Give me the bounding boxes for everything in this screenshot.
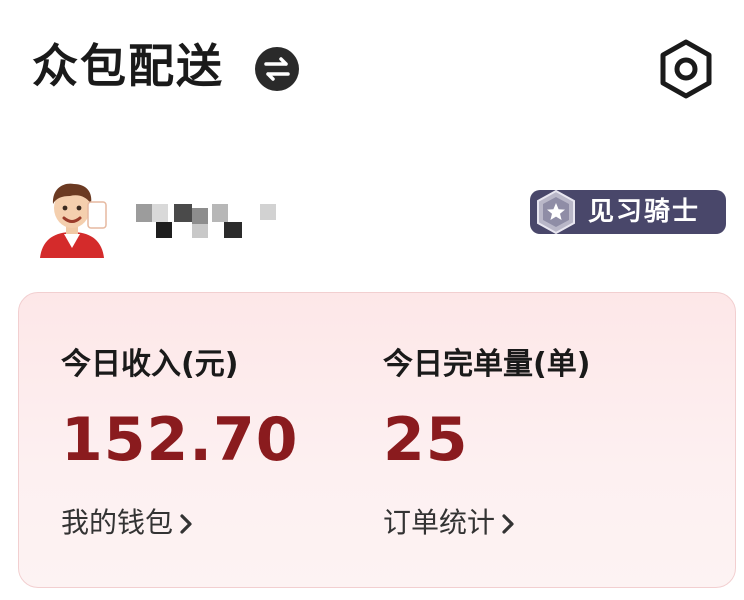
wallet-link[interactable]: 我的钱包 xyxy=(61,501,193,541)
income-label: 今日收入(元) xyxy=(61,347,239,382)
order-stats-link-label: 订单统计 xyxy=(383,506,496,539)
app-header: 众包配送 xyxy=(0,0,744,140)
orders-label: 今日完单量(单) xyxy=(383,347,591,382)
swap-arrows-icon[interactable] xyxy=(254,46,300,92)
orders-value: 25 xyxy=(383,405,469,475)
chevron-right-icon xyxy=(502,514,514,534)
settings-icon[interactable] xyxy=(656,38,716,100)
income-value: 152.70 xyxy=(61,405,299,475)
avatar[interactable] xyxy=(36,178,108,258)
rider-profile[interactable]: 见习骑士 xyxy=(0,170,744,270)
order-stats-link[interactable]: 订单统计 xyxy=(383,501,515,541)
chevron-right-icon xyxy=(180,514,192,534)
rank-badge[interactable]: 见习骑士 xyxy=(530,189,726,235)
rank-star-shield-icon xyxy=(537,189,575,235)
wallet-link-label: 我的钱包 xyxy=(61,506,174,539)
app-title: 众包配送 xyxy=(32,39,224,93)
username-masked xyxy=(136,200,286,240)
rank-label: 见习骑士 xyxy=(588,197,701,227)
today-stats-card: 今日收入(元) 152.70 我的钱包 今日完单量(单) 25 订单统计 xyxy=(18,292,736,588)
